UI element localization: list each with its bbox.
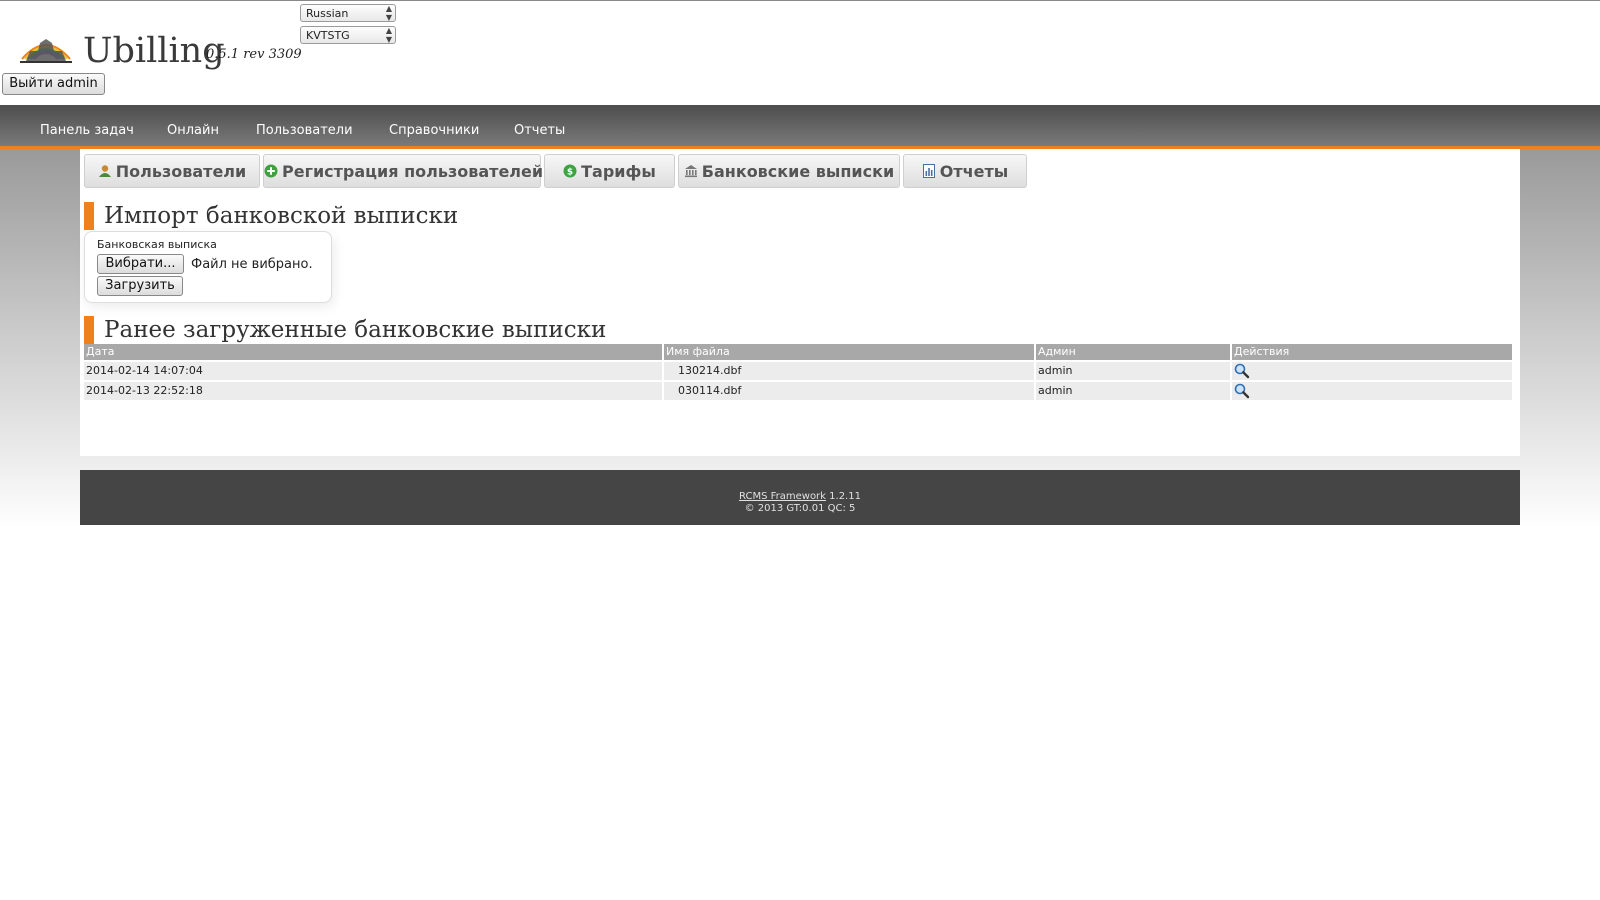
cell-date: 2014-02-14 14:07:04 bbox=[84, 362, 662, 380]
column-header-date: Дата bbox=[84, 344, 662, 360]
tab-users[interactable]: Пользователи bbox=[84, 154, 260, 188]
tab-label: Пользователи bbox=[115, 162, 247, 181]
tab-user-registration[interactable]: Регистрация пользователей bbox=[263, 154, 544, 188]
footer-framework-line: RCMS Framework 1.2.11 bbox=[80, 491, 1520, 502]
logo-icon bbox=[20, 39, 72, 63]
table-row: 2014-02-13 22:52:18 030114.dbf admin bbox=[84, 382, 1512, 400]
framework-link[interactable]: RCMS Framework bbox=[739, 491, 826, 502]
nav-item-users[interactable]: Пользователи bbox=[256, 105, 353, 146]
tab-tariffs[interactable]: $ Тарифы bbox=[544, 154, 675, 188]
language-select[interactable]: Russian ▲ ▼ bbox=[300, 4, 396, 22]
title-accent-bar bbox=[84, 316, 94, 344]
column-header-filename: Имя файла bbox=[664, 344, 1034, 360]
file-status: Файл не вибрано. bbox=[191, 257, 313, 272]
tab-label: Регистрация пользователей bbox=[282, 162, 544, 181]
table-row: 2014-02-14 14:07:04 130214.dbf admin bbox=[84, 362, 1512, 380]
cell-admin: admin bbox=[1036, 362, 1230, 380]
cell-actions bbox=[1232, 382, 1512, 400]
tab-label: Тарифы bbox=[581, 162, 656, 181]
column-header-admin: Админ bbox=[1036, 344, 1230, 360]
nav-item-online[interactable]: Онлайн bbox=[167, 105, 219, 146]
column-header-actions: Действия bbox=[1232, 344, 1512, 360]
svg-text:$: $ bbox=[567, 168, 573, 178]
bank-icon bbox=[684, 165, 697, 178]
choose-file-button[interactable]: Вибрати... bbox=[97, 254, 184, 274]
cell-admin: admin bbox=[1036, 382, 1230, 400]
skin-select[interactable]: KVTSTG ▲ ▼ bbox=[300, 26, 396, 44]
magnifier-icon[interactable] bbox=[1234, 363, 1250, 379]
footer-stats: © 2013 GT:0.01 QC: 5 bbox=[744, 503, 856, 514]
language-select-value: Russian bbox=[306, 7, 349, 20]
magnifier-icon[interactable] bbox=[1234, 383, 1250, 399]
main-nav: Панель задач Онлайн Пользователи Справоч… bbox=[0, 105, 1600, 149]
logout-button[interactable]: Выйти admin bbox=[2, 73, 105, 95]
money-icon: $ bbox=[563, 164, 577, 178]
version-label: 0.5.1 rev 3309 bbox=[206, 47, 302, 62]
select-arrows-icon: ▲ ▼ bbox=[385, 4, 392, 22]
cell-filename: 030114.dbf bbox=[664, 382, 1034, 400]
cell-actions bbox=[1232, 362, 1512, 380]
header: Ubilling 0.5.1 rev 3309 Russian ▲ ▼ KVTST… bbox=[0, 1, 1600, 105]
cell-filename: 130214.dbf bbox=[664, 362, 1034, 380]
nav-item-reports[interactable]: Отчеты bbox=[514, 105, 565, 146]
user-icon bbox=[98, 165, 111, 177]
import-title-text: Импорт банковской выписки bbox=[104, 203, 459, 229]
history-title-text: Ранее загруженные банковские выписки bbox=[104, 317, 607, 343]
nav-item-taskbar[interactable]: Панель задач bbox=[40, 105, 134, 146]
upload-button[interactable]: Загрузить bbox=[97, 276, 183, 296]
title-accent-bar bbox=[84, 202, 94, 230]
upload-form: Банковская выписка Вибрати... Файл не ви… bbox=[84, 231, 332, 303]
skin-select-value: KVTSTG bbox=[306, 29, 350, 42]
cell-date: 2014-02-13 22:52:18 bbox=[84, 382, 662, 400]
upload-legend: Банковская выписка bbox=[97, 238, 217, 251]
nav-item-directories[interactable]: Справочники bbox=[389, 105, 479, 146]
tab-reports[interactable]: Отчеты bbox=[903, 154, 1027, 188]
table-header-row: Дата Имя файла Админ Действия bbox=[84, 344, 1512, 360]
add-icon bbox=[264, 164, 278, 178]
tab-label: Отчеты bbox=[939, 162, 1009, 181]
framework-version: 1.2.11 bbox=[829, 491, 861, 502]
tab-bank-statements[interactable]: Банковские выписки bbox=[678, 154, 900, 188]
footer: RCMS Framework 1.2.11 © 2013 GT:0.01 QC:… bbox=[80, 470, 1520, 525]
tab-label: Банковские выписки bbox=[701, 162, 895, 181]
report-icon bbox=[922, 164, 935, 178]
main-content: Пользователи Регистрация пользователей $… bbox=[80, 149, 1520, 456]
select-arrows-icon: ▲ ▼ bbox=[385, 26, 392, 44]
statements-table: Дата Имя файла Админ Действия 2014-02-14… bbox=[82, 342, 1514, 402]
logo-text: Ubilling bbox=[83, 31, 225, 71]
